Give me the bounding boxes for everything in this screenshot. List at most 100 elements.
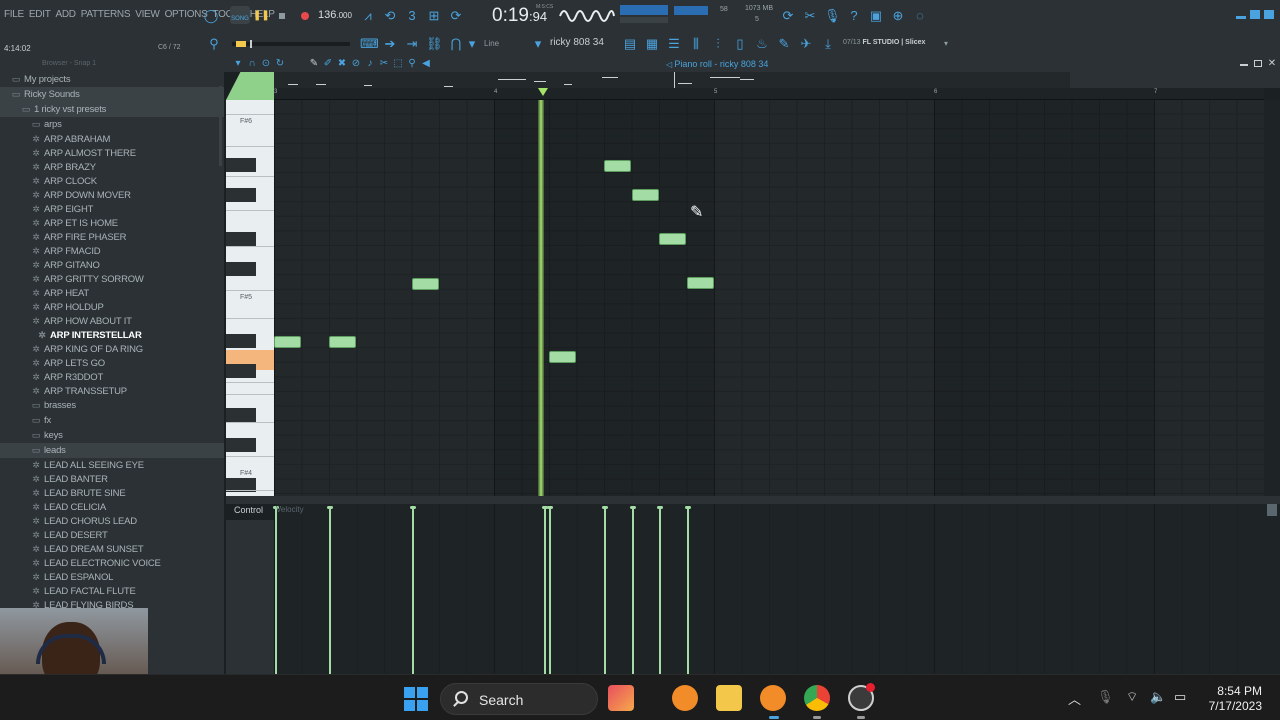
note-block[interactable] [604,160,631,172]
chat-icon[interactable]: ◌ [912,8,928,24]
black-key[interactable] [226,158,256,172]
black-key[interactable] [226,334,256,348]
browser-preset[interactable]: ✲ LEAD BRUTE SINE [0,486,224,500]
mixer-icon[interactable]: ⫼ [688,36,704,52]
metronome-icon[interactable]: ⩘ [360,8,376,24]
pr-minimize-button[interactable] [1240,64,1248,66]
browser-preset[interactable]: ✲ ARP GITANO [0,258,224,272]
play-pause-button[interactable]: ❚❚ [253,8,270,24]
browser-preset[interactable]: ✲ LEAD ELECTRONIC VOICE [0,556,224,570]
browser-preset[interactable]: ✲ ARP TRANSSETUP [0,384,224,398]
menu-add[interactable]: ADD [56,9,77,20]
browser-preset[interactable]: ✲ ARP FIRE PHASER [0,230,224,244]
browser-folder[interactable]: ▭ arps [0,117,224,132]
black-key[interactable] [226,408,256,422]
browser-folder[interactable]: ▭ fx [0,413,224,428]
menu-view[interactable]: VIEW [135,9,160,20]
black-key[interactable] [226,438,256,452]
wifi-icon[interactable]: ⌔ [1126,689,1138,705]
tempo-display[interactable]: 136.000 [318,9,352,21]
taskbar-search[interactable]: Search [440,683,598,715]
fl-studio-active-icon[interactable] [760,685,786,711]
hint-dropdown-icon[interactable]: ▾ [938,36,954,52]
refresh-tool-icon[interactable]: ↻ [272,56,288,72]
browser-folder[interactable]: ▭ My projects [0,72,224,87]
velocity-bar[interactable] [657,506,663,674]
countdown-icon[interactable]: 3 [404,8,420,24]
search-input[interactable]: Search [479,692,523,708]
note-block[interactable] [632,189,659,201]
chrome-icon[interactable] [804,685,830,711]
pitch-handle[interactable] [250,40,252,48]
browser-preset[interactable]: ✲ ARP ALMOST THERE [0,146,224,160]
volume-icon[interactable]: 🔈 [1150,689,1166,705]
blend-notes-icon[interactable]: ⊞ [426,8,442,24]
browser-preset[interactable]: ✲ LEAD CHORUS LEAD [0,514,224,528]
browser-preset[interactable]: ✲ ARP INTERSTELLAR [0,328,224,342]
browser-preset[interactable]: ✲ ARP DOWN MOVER [0,188,224,202]
browser-folder[interactable]: ▭ keys [0,428,224,443]
velocity-bar[interactable] [273,506,279,674]
snap-selector[interactable]: Line [484,39,499,48]
note-block[interactable] [329,336,356,348]
fl-studio-taskbar-icon[interactable] [672,685,698,711]
note-grid[interactable] [274,100,1264,496]
snap-keyboard-icon[interactable]: ⌨ [360,36,379,52]
browser-scrollbar[interactable] [219,86,222,166]
microphone-tray-icon[interactable]: 🎙 [1097,689,1114,705]
loop-record-icon[interactable]: ⟳ [448,8,464,24]
browser-preset[interactable]: ✲ ARP HOW ABOUT IT [0,314,224,328]
master-volume-slider[interactable] [620,17,668,23]
pattern-selector[interactable]: ricky 808 34 [550,37,604,48]
velocity-bar[interactable] [547,506,553,674]
tempo-tap-icon[interactable]: ✎ [776,36,792,52]
browser-preset[interactable]: ✲ LEAD CELICIA [0,500,224,514]
undo-history-icon[interactable]: ⟳ [780,8,796,24]
step-icon[interactable]: ⇥ [404,36,420,52]
pin-icon[interactable]: ⚲ [206,36,222,52]
browser-preset[interactable]: ✲ LEAD ESPANOL [0,570,224,584]
velocity-bar[interactable] [685,506,691,674]
control-selector[interactable]: Control [234,505,263,515]
minimize-button[interactable] [1236,16,1246,19]
browser-preset[interactable]: ✲ ARP R3DDOT [0,370,224,384]
browser-preset[interactable]: ✲ LEAD DREAM SUNSET [0,542,224,556]
playlist-icon[interactable]: ▤ [622,36,638,52]
plugin-picker-icon[interactable]: ⊕ [890,8,906,24]
browser-icon[interactable]: ▯ [732,36,748,52]
browser-folder[interactable]: ▭ 1 ricky vst presets [0,102,224,117]
note-block[interactable] [412,278,439,290]
maximize-button[interactable] [1250,10,1260,19]
playback-tool-icon[interactable]: ◀ [418,56,434,72]
system-clock[interactable]: 8:54 PM 7/17/2023 [1200,684,1262,714]
browser-preset[interactable]: ✲ ARP HOLDUP [0,300,224,314]
note-block[interactable] [687,277,714,289]
browser-preset[interactable]: ✲ LEAD FACTAL FLUTE [0,584,224,598]
black-key[interactable] [226,188,256,202]
record-button[interactable] [298,8,312,24]
browser-preset[interactable]: ✲ ARP FMACID [0,244,224,258]
file-explorer-icon[interactable] [716,685,742,711]
download-icon[interactable]: ⤓ [820,36,836,52]
browser-preset[interactable]: ✲ ARP GRITTY SORROW [0,272,224,286]
windows-start-button[interactable] [404,687,428,711]
velocity-bar[interactable] [602,506,608,674]
event-editor-divider[interactable] [226,496,1280,504]
browser-preset[interactable]: ✲ ARP KING OF DA RING [0,342,224,356]
note-block[interactable] [659,233,686,245]
piano-keyboard[interactable]: F#6 F#5 F#4 [226,100,274,496]
menu-file[interactable]: FILE [4,9,24,20]
browser-folder[interactable]: ▭ brasses [0,398,224,413]
piano-roll-icon[interactable]: ▦ [644,36,660,52]
velocity-bar[interactable] [327,506,333,674]
note-block[interactable] [274,336,301,348]
velocity-bar[interactable] [630,506,636,674]
browser-preset[interactable]: ✲ ARP CLOCK [0,174,224,188]
browser-preset[interactable]: ✲ ARP HEAT [0,286,224,300]
browser-preset[interactable]: ✲ ARP ABRAHAM [0,132,224,146]
pattern-overview[interactable] [274,72,1070,88]
velocity-scrollbar[interactable] [1264,504,1280,674]
stop-button[interactable] [276,8,288,24]
note-block[interactable] [549,351,576,363]
browser-preset[interactable]: ✲ ARP ET IS HOME [0,216,224,230]
